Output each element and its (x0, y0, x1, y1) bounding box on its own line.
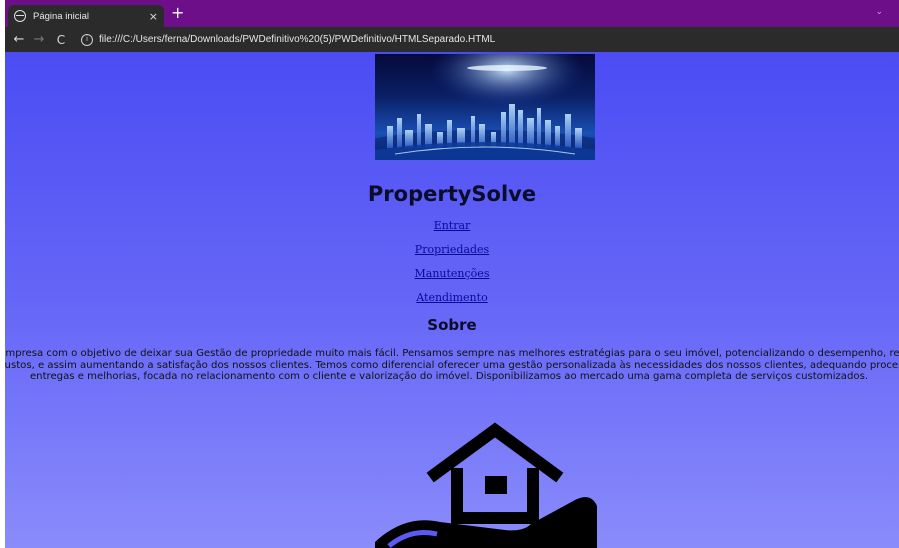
browser-window: Página inicial × + ⌄ ← → C i file:///C:/… (5, 0, 899, 548)
nav-item-manutencoes: Manutenções (5, 267, 899, 280)
nav-link-manutencoes[interactable]: Manutenções (415, 267, 490, 280)
browser-toolbar: ← → C i file:///C:/Users/ferna/Downloads… (5, 27, 899, 52)
nav-item-propriedades: Propriedades (5, 243, 899, 256)
tab-search-chevron-icon[interactable]: ⌄ (875, 7, 883, 17)
page-content: PropertySolve Entrar Propriedades Manute… (5, 52, 899, 548)
info-icon[interactable]: i (81, 33, 93, 46)
tab-bar: Página inicial × + ⌄ (5, 0, 899, 27)
browser-tab[interactable]: Página inicial × (8, 5, 164, 27)
nav-link-propriedades[interactable]: Propriedades (415, 243, 489, 256)
url-text[interactable]: file:///C:/Users/ferna/Downloads/PWDefin… (99, 34, 495, 45)
nav-link-entrar[interactable]: Entrar (434, 219, 471, 232)
nav-link-atendimento[interactable]: Atendimento (416, 291, 487, 304)
about-line: custos, e assim aumentando a satisfação … (5, 359, 899, 371)
nav-item-entrar: Entrar (5, 219, 899, 232)
globe-icon (14, 10, 26, 22)
city-skyline-graphic (375, 54, 595, 160)
about-line: Empresa com o objetivo de deixar sua Ges… (5, 348, 899, 359)
page-title: PropertySolve (367, 182, 537, 206)
tab-title: Página inicial (33, 10, 89, 22)
about-paragraph: Empresa com o objetivo de deixar sua Ges… (5, 348, 899, 383)
about-heading: Sobre (427, 316, 477, 334)
city-skyline-banner-image (375, 54, 595, 160)
address-bar[interactable]: i file:///C:/Users/ferna/Downloads/PWDef… (81, 30, 495, 50)
back-button[interactable]: ← (9, 32, 29, 47)
about-line: entregas e melhorias, focada no relacion… (29, 371, 869, 382)
nav-item-atendimento: Atendimento (5, 291, 899, 304)
new-tab-button[interactable]: + (171, 5, 184, 21)
house-in-hand-icon (375, 422, 597, 548)
tab-close-icon[interactable]: × (149, 10, 158, 23)
reload-button[interactable]: C (51, 33, 71, 47)
forward-button[interactable]: → (29, 32, 49, 47)
